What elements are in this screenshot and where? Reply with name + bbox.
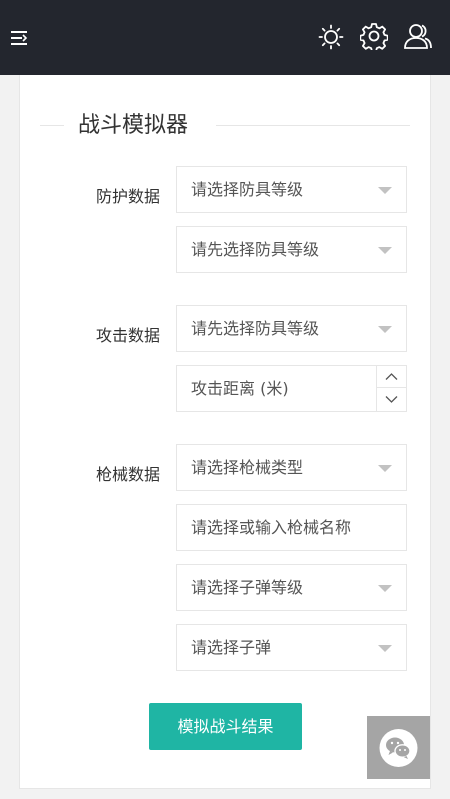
defense-data-label: 防护数据 — [95, 187, 160, 206]
armor-level-select[interactable]: 请选择防具等级 — [176, 166, 407, 213]
weapon-name-placeholder: 请选择或输入枪械名称 — [191, 518, 352, 537]
stepper-up-button[interactable] — [377, 366, 406, 388]
simulate-battle-button[interactable]: 模拟战斗结果 — [149, 703, 302, 750]
menu-icon[interactable] — [10, 29, 30, 47]
caret-down-icon — [378, 585, 392, 592]
ammo-select[interactable]: 请选择子弹 — [176, 624, 407, 671]
ammo-level-placeholder: 请选择子弹等级 — [191, 578, 304, 597]
distance-stepper — [376, 366, 406, 411]
caret-down-icon — [378, 465, 392, 472]
attack-armor-select[interactable]: 请先选择防具等级 — [176, 305, 407, 352]
weapon-type-select[interactable]: 请选择枪械类型 — [176, 444, 407, 491]
top-navbar — [0, 0, 450, 75]
sun-icon[interactable] — [318, 24, 344, 50]
attack-data-label: 攻击数据 — [95, 326, 160, 345]
user-icon[interactable] — [403, 22, 433, 50]
wechat-float-button[interactable] — [367, 716, 430, 779]
ammo-placeholder: 请选择子弹 — [191, 638, 272, 657]
defense-armor-select[interactable]: 请先选择防具等级 — [176, 226, 407, 273]
legend-divider — [40, 125, 64, 126]
caret-down-icon — [378, 247, 392, 254]
ammo-level-select[interactable]: 请选择子弹等级 — [176, 564, 407, 611]
wechat-icon — [379, 729, 418, 767]
attack-distance-placeholder: 攻击距离 (米) — [191, 379, 289, 398]
gear-icon[interactable] — [359, 22, 389, 53]
legend-divider — [216, 125, 410, 126]
caret-down-icon — [378, 645, 392, 652]
weapon-name-select[interactable]: 请选择或输入枪械名称 — [176, 504, 407, 551]
armor-level-placeholder: 请选择防具等级 — [191, 180, 304, 199]
caret-down-icon — [378, 187, 392, 194]
caret-down-icon — [378, 326, 392, 333]
attack-armor-placeholder: 请先选择防具等级 — [191, 319, 320, 338]
attack-distance-input[interactable]: 攻击距离 (米) — [176, 365, 407, 412]
weapon-type-placeholder: 请选择枪械类型 — [191, 458, 304, 477]
weapon-data-label: 枪械数据 — [95, 465, 160, 484]
defense-armor-placeholder: 请先选择防具等级 — [191, 240, 320, 259]
page-title: 战斗模拟器 — [78, 113, 189, 138]
stepper-down-button[interactable] — [377, 389, 406, 411]
